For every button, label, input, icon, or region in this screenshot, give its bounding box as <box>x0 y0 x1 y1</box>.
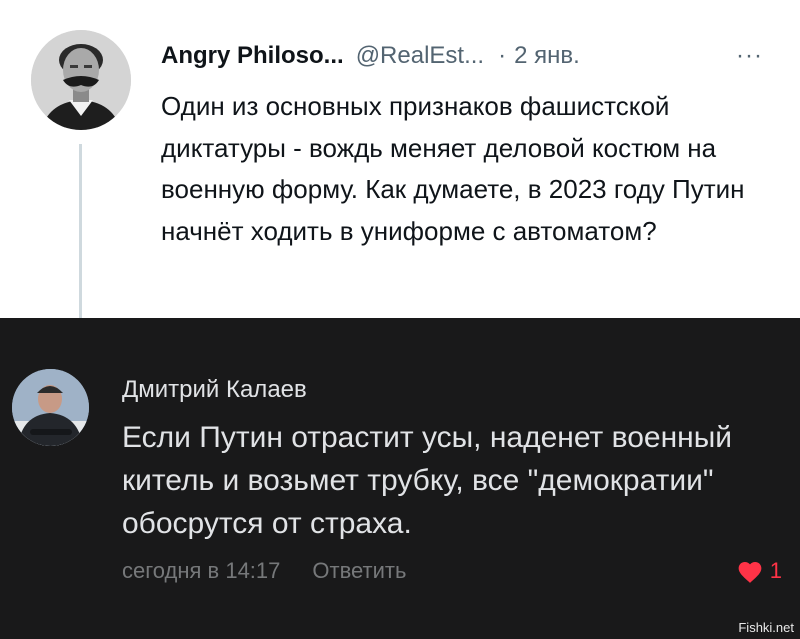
portrait-avatar-icon[interactable] <box>31 30 131 130</box>
comment-timestamp: сегодня в 14:17 <box>122 558 281 583</box>
like-button[interactable]: 1 <box>736 556 782 586</box>
tweet-header: Angry Philoso... @RealEst... · 2 янв. ··… <box>161 36 781 76</box>
tweet-card: Angry Philoso... @RealEst... · 2 янв. ··… <box>0 0 800 318</box>
thread-line <box>79 144 82 318</box>
comment-text: Если Путин отрастит усы, наденет военный… <box>122 421 733 540</box>
reply-button[interactable]: Ответить <box>312 558 406 584</box>
more-options-icon[interactable]: ··· <box>736 36 763 76</box>
tweet-date[interactable]: 2 янв. <box>514 42 580 70</box>
user-photo-avatar-icon[interactable] <box>12 369 89 446</box>
comment-card: Дмитрий Калаев Если Путин отрастит усы, … <box>0 318 800 639</box>
tweet-text: Один из основных признаков фашистской ди… <box>161 91 745 246</box>
header-separator: · <box>498 42 507 69</box>
watermark: Fishki.net <box>738 620 794 635</box>
tweet-author-name[interactable]: Angry Philoso... <box>161 42 344 70</box>
like-count: 1 <box>769 558 782 583</box>
heart-icon <box>738 561 762 583</box>
commenter-name[interactable]: Дмитрий Калаев <box>122 376 307 404</box>
comment-meta: сегодня в 14:17 Ответить <box>122 556 406 586</box>
tweet-author-handle[interactable]: @RealEst... <box>356 42 484 70</box>
